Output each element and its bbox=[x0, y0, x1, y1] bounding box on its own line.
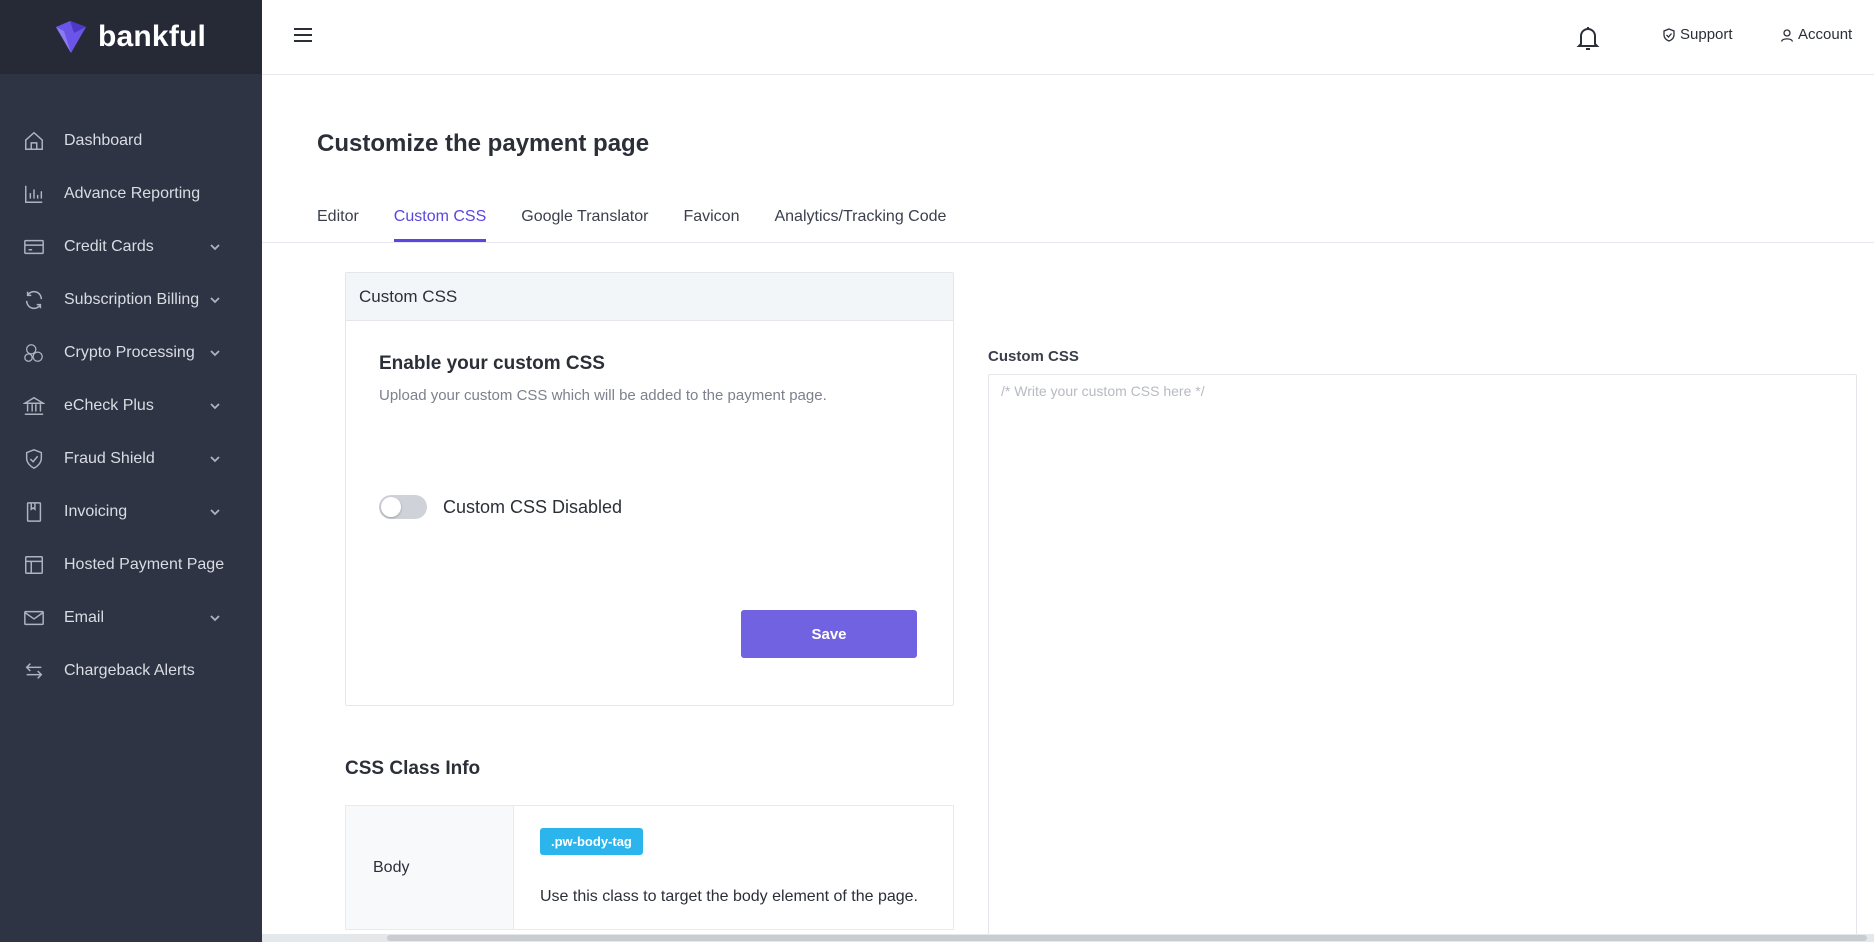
layout-icon bbox=[22, 553, 46, 577]
page-title: Customize the payment page bbox=[317, 130, 650, 157]
horizontal-scrollbar[interactable] bbox=[262, 934, 1874, 942]
card-header: Custom CSS bbox=[346, 273, 953, 321]
custom-css-toggle-row: Custom CSS Disabled bbox=[379, 495, 622, 519]
chevron-down-icon[interactable] bbox=[208, 505, 222, 519]
sidebar-item-label: Dashboard bbox=[64, 131, 143, 149]
account-label: Account bbox=[1798, 26, 1853, 43]
sidebar-item-crypto-processing[interactable]: Crypto Processing bbox=[0, 326, 262, 379]
class-row-info: .pw-body-tag Use this class to target th… bbox=[514, 806, 953, 929]
refresh-icon bbox=[22, 288, 46, 312]
chevron-down-icon[interactable] bbox=[208, 452, 222, 466]
topbar: Support Account bbox=[262, 0, 1874, 75]
bell-icon[interactable] bbox=[1576, 24, 1600, 52]
sidebar-item-label: Advance Reporting bbox=[64, 184, 201, 202]
class-row-name: Body bbox=[346, 806, 514, 929]
sidebar-nav: Dashboard Advance Reporting Credit Cards… bbox=[0, 114, 262, 697]
sidebar-item-label: eCheck Plus bbox=[64, 396, 154, 414]
card-title: Enable your custom CSS bbox=[379, 353, 605, 374]
hamburger-menu-icon[interactable] bbox=[292, 26, 314, 44]
save-button[interactable]: Save bbox=[741, 610, 917, 658]
class-tag-badge: .pw-body-tag bbox=[540, 828, 643, 855]
custom-css-editor[interactable] bbox=[988, 374, 1857, 942]
toggle-label: Custom CSS Disabled bbox=[443, 496, 623, 517]
sidebar: bankful Dashboard Advance Reporting Cred… bbox=[0, 0, 262, 942]
sidebar-item-hosted-payment-page[interactable]: Hosted Payment Page bbox=[0, 538, 262, 591]
sidebar-item-dashboard[interactable]: Dashboard bbox=[0, 114, 262, 167]
account-link[interactable]: Account bbox=[1780, 26, 1852, 43]
tab-bar: Editor Custom CSS Google Translator Favi… bbox=[317, 206, 981, 242]
chevron-down-icon[interactable] bbox=[208, 293, 222, 307]
shield-check-icon bbox=[22, 447, 46, 471]
sidebar-item-credit-cards[interactable]: Credit Cards bbox=[0, 220, 262, 273]
home-icon bbox=[22, 129, 46, 153]
sidebar-item-echeck-plus[interactable]: eCheck Plus bbox=[0, 379, 262, 432]
brand[interactable]: bankful bbox=[0, 0, 262, 74]
bankful-logo-icon bbox=[56, 21, 86, 53]
sidebar-item-label: Subscription Billing bbox=[64, 290, 200, 308]
sidebar-item-label: Chargeback Alerts bbox=[64, 661, 195, 679]
sidebar-item-label: Email bbox=[64, 608, 105, 626]
editor-label: Custom CSS bbox=[988, 348, 1079, 365]
sidebar-item-label: Credit Cards bbox=[64, 237, 154, 255]
invoice-icon bbox=[22, 500, 46, 524]
brand-name: bankful bbox=[98, 20, 207, 53]
sidebar-item-fraud-shield[interactable]: Fraud Shield bbox=[0, 432, 262, 485]
support-link[interactable]: Support bbox=[1662, 26, 1733, 43]
crypto-coins-icon bbox=[22, 341, 46, 365]
css-class-info-table: Body .pw-body-tag Use this class to targ… bbox=[345, 805, 954, 930]
support-label: Support bbox=[1680, 26, 1733, 43]
sidebar-item-label: Fraud Shield bbox=[64, 449, 155, 467]
arrows-icon bbox=[22, 659, 46, 683]
bank-icon bbox=[22, 394, 46, 418]
css-class-info-title: CSS Class Info bbox=[345, 758, 481, 779]
tab-analytics-tracking-code[interactable]: Analytics/Tracking Code bbox=[774, 206, 946, 242]
toggle-knob bbox=[381, 497, 401, 517]
mail-icon bbox=[22, 606, 46, 630]
tab-favicon[interactable]: Favicon bbox=[683, 206, 739, 242]
class-row-description: Use this class to target the body elemen… bbox=[540, 888, 918, 905]
sidebar-item-label: Hosted Payment Page bbox=[64, 555, 225, 573]
scrollbar-thumb[interactable] bbox=[387, 935, 1867, 941]
tab-custom-css[interactable]: Custom CSS bbox=[393, 206, 487, 242]
sidebar-item-advance-reporting[interactable]: Advance Reporting bbox=[0, 167, 262, 220]
credit-card-icon bbox=[22, 235, 46, 259]
sidebar-item-email[interactable]: Email bbox=[0, 591, 262, 644]
user-icon bbox=[1780, 28, 1794, 42]
sidebar-item-subscription-billing[interactable]: Subscription Billing bbox=[0, 273, 262, 326]
chevron-down-icon[interactable] bbox=[208, 611, 222, 625]
custom-css-card: Custom CSS Enable your custom CSS Upload… bbox=[345, 272, 954, 706]
shield-icon bbox=[1663, 27, 1675, 42]
tabs-divider bbox=[262, 242, 1874, 243]
card-subtitle: Upload your custom CSS which will be add… bbox=[379, 387, 827, 404]
sidebar-item-chargeback-alerts[interactable]: Chargeback Alerts bbox=[0, 644, 262, 697]
chevron-down-icon[interactable] bbox=[208, 346, 222, 360]
bar-chart-icon bbox=[22, 182, 46, 206]
sidebar-item-invoicing[interactable]: Invoicing bbox=[0, 485, 262, 538]
tab-editor[interactable]: Editor bbox=[317, 206, 359, 242]
chevron-down-icon[interactable] bbox=[208, 240, 222, 254]
sidebar-item-label: Crypto Processing bbox=[64, 343, 195, 361]
custom-css-toggle[interactable] bbox=[379, 495, 427, 519]
sidebar-item-label: Invoicing bbox=[64, 502, 128, 520]
tab-google-translator[interactable]: Google Translator bbox=[521, 206, 648, 242]
chevron-down-icon[interactable] bbox=[208, 399, 222, 413]
